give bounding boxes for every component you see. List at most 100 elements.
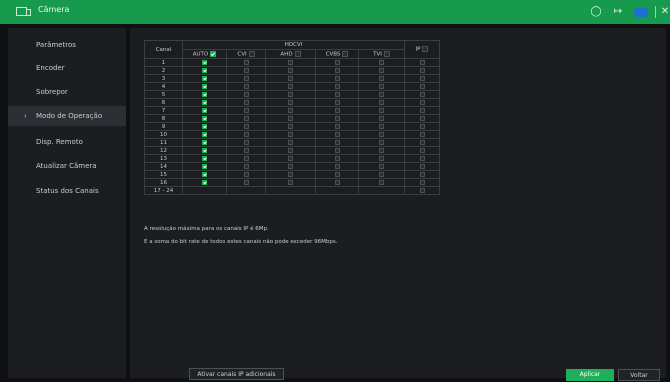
tvi-checkbox[interactable]: [379, 91, 384, 97]
auto-checkbox[interactable]: [202, 139, 207, 145]
cvbs-checkbox[interactable]: [334, 75, 340, 81]
cvbs-checkbox[interactable]: [334, 171, 340, 177]
cvi-checkbox[interactable]: [243, 83, 249, 89]
auto-checkbox[interactable]: [202, 123, 207, 129]
ahd-checkbox[interactable]: [288, 99, 293, 105]
tvi-checkbox[interactable]: [379, 139, 384, 145]
ahd-checkbox[interactable]: [288, 83, 293, 89]
cvi-checkbox[interactable]: [243, 131, 249, 137]
ip-checkbox[interactable]: [419, 91, 425, 97]
cvbs-checkbox[interactable]: [334, 107, 340, 113]
auto-checkbox[interactable]: [202, 83, 207, 89]
ip-checkbox[interactable]: [419, 147, 425, 153]
auto-checkbox[interactable]: [202, 67, 207, 73]
sidebar-item-encoder[interactable]: Encoder: [8, 58, 126, 78]
auto-checkbox[interactable]: [202, 171, 207, 177]
ip-checkbox[interactable]: [419, 123, 425, 129]
ahd-checkbox[interactable]: [288, 171, 293, 177]
auto-checkbox[interactable]: [202, 99, 207, 105]
cvbs-checkbox[interactable]: [334, 115, 340, 121]
ip-checkbox[interactable]: [419, 59, 425, 65]
cvbs-checkbox[interactable]: [334, 139, 340, 145]
auto-checkbox[interactable]: [202, 155, 207, 161]
ip-checkbox[interactable]: [419, 67, 425, 73]
cvi-checkbox[interactable]: [243, 179, 249, 185]
auto-checkbox[interactable]: [202, 147, 207, 153]
ip-checkbox[interactable]: [419, 75, 425, 81]
cvbs-checkbox[interactable]: [334, 179, 340, 185]
ahd-checkbox[interactable]: [288, 75, 293, 81]
tvi-checkbox[interactable]: [379, 83, 384, 89]
auto-checkbox[interactable]: [202, 75, 207, 81]
tvi-checkbox[interactable]: [379, 179, 384, 185]
sidebar-item-status-canais[interactable]: Status dos Canais: [8, 181, 126, 201]
cvbs-checkbox[interactable]: [334, 147, 340, 153]
tvi-checkbox[interactable]: [379, 67, 384, 73]
tvi-checkbox[interactable]: [379, 147, 384, 153]
auto-checkbox[interactable]: [202, 59, 207, 65]
ip-checkbox[interactable]: [419, 163, 425, 169]
ip-checkbox[interactable]: [419, 107, 425, 113]
ip-checkbox[interactable]: [419, 171, 425, 177]
ip-checkbox[interactable]: [419, 155, 425, 161]
cvbs-checkbox[interactable]: [334, 83, 340, 89]
cvi-checkbox[interactable]: [243, 91, 249, 97]
logout-icon[interactable]: ↦: [612, 6, 624, 18]
cvbs-checkbox[interactable]: [334, 99, 340, 105]
ahd-checkbox[interactable]: [288, 179, 293, 185]
ahd-checkbox[interactable]: [288, 131, 293, 137]
tvi-checkbox[interactable]: [379, 155, 384, 161]
auto-checkbox[interactable]: [202, 131, 207, 137]
cvi-checkbox[interactable]: [243, 163, 249, 169]
auto-checkbox[interactable]: [202, 163, 207, 169]
ahd-checkbox[interactable]: [288, 163, 293, 169]
tvi-checkbox[interactable]: [379, 131, 384, 137]
close-icon[interactable]: ✕: [659, 6, 670, 18]
cvbs-checkbox[interactable]: [334, 67, 340, 73]
ahd-checkbox[interactable]: [288, 91, 293, 97]
ip-checkbox[interactable]: [419, 139, 425, 145]
cvi-checkbox[interactable]: [243, 59, 249, 65]
enable-extra-ip-button[interactable]: Ativar canais IP adicionais: [189, 368, 284, 380]
ip-checkbox[interactable]: [419, 83, 425, 89]
ahd-checkbox[interactable]: [288, 115, 293, 121]
ahd-checkbox[interactable]: [288, 147, 293, 153]
cvi-checkbox[interactable]: [243, 115, 249, 121]
tvi-checkbox[interactable]: [379, 107, 384, 113]
ahd-all-checkbox[interactable]: [294, 50, 301, 57]
cvbs-checkbox[interactable]: [334, 123, 340, 129]
ahd-checkbox[interactable]: [288, 123, 293, 129]
cvi-checkbox[interactable]: [243, 75, 249, 81]
auto-checkbox[interactable]: [202, 91, 207, 97]
ip-all-checkbox[interactable]: [422, 46, 429, 53]
ahd-checkbox[interactable]: [288, 155, 293, 161]
sidebar-item-modo-operacao[interactable]: › Modo de Operação: [8, 106, 126, 126]
tvi-checkbox[interactable]: [379, 75, 384, 81]
tvi-checkbox[interactable]: [379, 171, 384, 177]
sidebar-item-parametros[interactable]: Parâmetros: [8, 35, 126, 55]
cvbs-checkbox[interactable]: [334, 131, 340, 137]
auto-checkbox[interactable]: [202, 115, 207, 121]
ip-checkbox[interactable]: [419, 131, 425, 137]
cvi-all-checkbox[interactable]: [248, 50, 255, 57]
tvi-all-checkbox[interactable]: [383, 50, 390, 57]
back-button[interactable]: Voltar: [618, 369, 660, 381]
ahd-checkbox[interactable]: [288, 59, 293, 65]
ip-checkbox[interactable]: [419, 99, 425, 105]
cvbs-checkbox[interactable]: [334, 59, 340, 65]
cvi-checkbox[interactable]: [243, 139, 249, 145]
ip-checkbox[interactable]: [419, 115, 425, 121]
sidebar-item-sobrepor[interactable]: Sobrepor: [8, 82, 126, 102]
ahd-checkbox[interactable]: [288, 107, 293, 113]
cvi-checkbox[interactable]: [243, 67, 249, 73]
cvbs-checkbox[interactable]: [334, 91, 340, 97]
ip-checkbox[interactable]: [419, 179, 425, 185]
monitor-icon[interactable]: [634, 8, 648, 17]
cvi-checkbox[interactable]: [243, 155, 249, 161]
auto-checkbox[interactable]: [202, 179, 207, 185]
cvi-checkbox[interactable]: [243, 107, 249, 113]
auto-all-checkbox[interactable]: [210, 50, 217, 57]
cvi-checkbox[interactable]: [243, 147, 249, 153]
tvi-checkbox[interactable]: [379, 163, 384, 169]
ip-checkbox[interactable]: [419, 187, 425, 193]
